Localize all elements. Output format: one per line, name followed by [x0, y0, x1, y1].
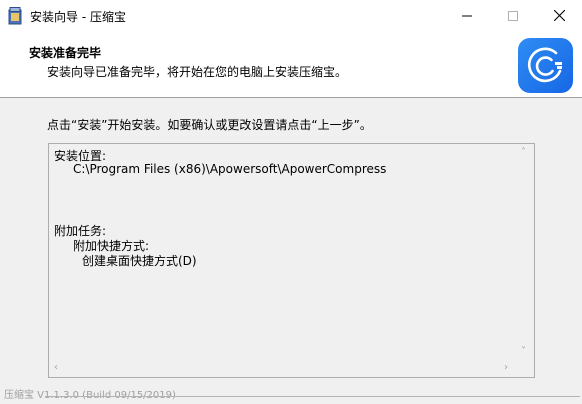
instruction-text: 点击“安装”开始安装。如要确认或更改设置请点击“上一步”。: [47, 118, 372, 132]
installer-box-icon: [8, 7, 22, 25]
page-title: 安装准备完毕: [29, 46, 102, 60]
page-subtitle: 安装向导已准备完毕，将开始在您的电脑上安装压缩宝。: [47, 65, 348, 79]
wizard-header: 安装准备完毕 安装向导已准备完毕，将开始在您的电脑上安装压缩宝。: [0, 31, 582, 98]
version-label: 压缩宝 V1.1.3.0 (Build 09/15/2019): [4, 390, 176, 401]
vertical-scrollbar[interactable]: ˄ ˅: [517, 144, 534, 361]
scroll-left-icon[interactable]: ‹: [54, 363, 58, 373]
install-location-path: C:\Program Files (x86)\Apowersoft\Apower…: [73, 162, 387, 176]
window-title: 安装向导 - 压缩宝: [30, 10, 126, 24]
scroll-up-icon[interactable]: ˄: [521, 148, 526, 158]
scroll-right-icon[interactable]: ›: [504, 363, 508, 373]
minimize-button[interactable]: [444, 0, 490, 31]
apowercompress-logo-icon: [518, 38, 573, 93]
minimize-icon: [462, 15, 472, 16]
logo-glyph: [527, 47, 562, 82]
footer-divider: [45, 396, 580, 397]
maximize-icon: [508, 10, 518, 21]
scroll-corner: [517, 360, 534, 377]
maximize-button[interactable]: [490, 0, 536, 31]
horizontal-scrollbar[interactable]: ‹ ›: [49, 360, 517, 377]
scroll-down-icon[interactable]: ˅: [521, 347, 526, 357]
tasks-item: 创建桌面快捷方式(D): [82, 254, 197, 268]
close-button[interactable]: [536, 0, 582, 31]
close-icon: [553, 10, 565, 21]
ready-memo[interactable]: 安装位置: C:\Program Files (x86)\Apowersoft\…: [48, 143, 535, 378]
title-bar: 安装向导 - 压缩宝: [0, 0, 582, 31]
